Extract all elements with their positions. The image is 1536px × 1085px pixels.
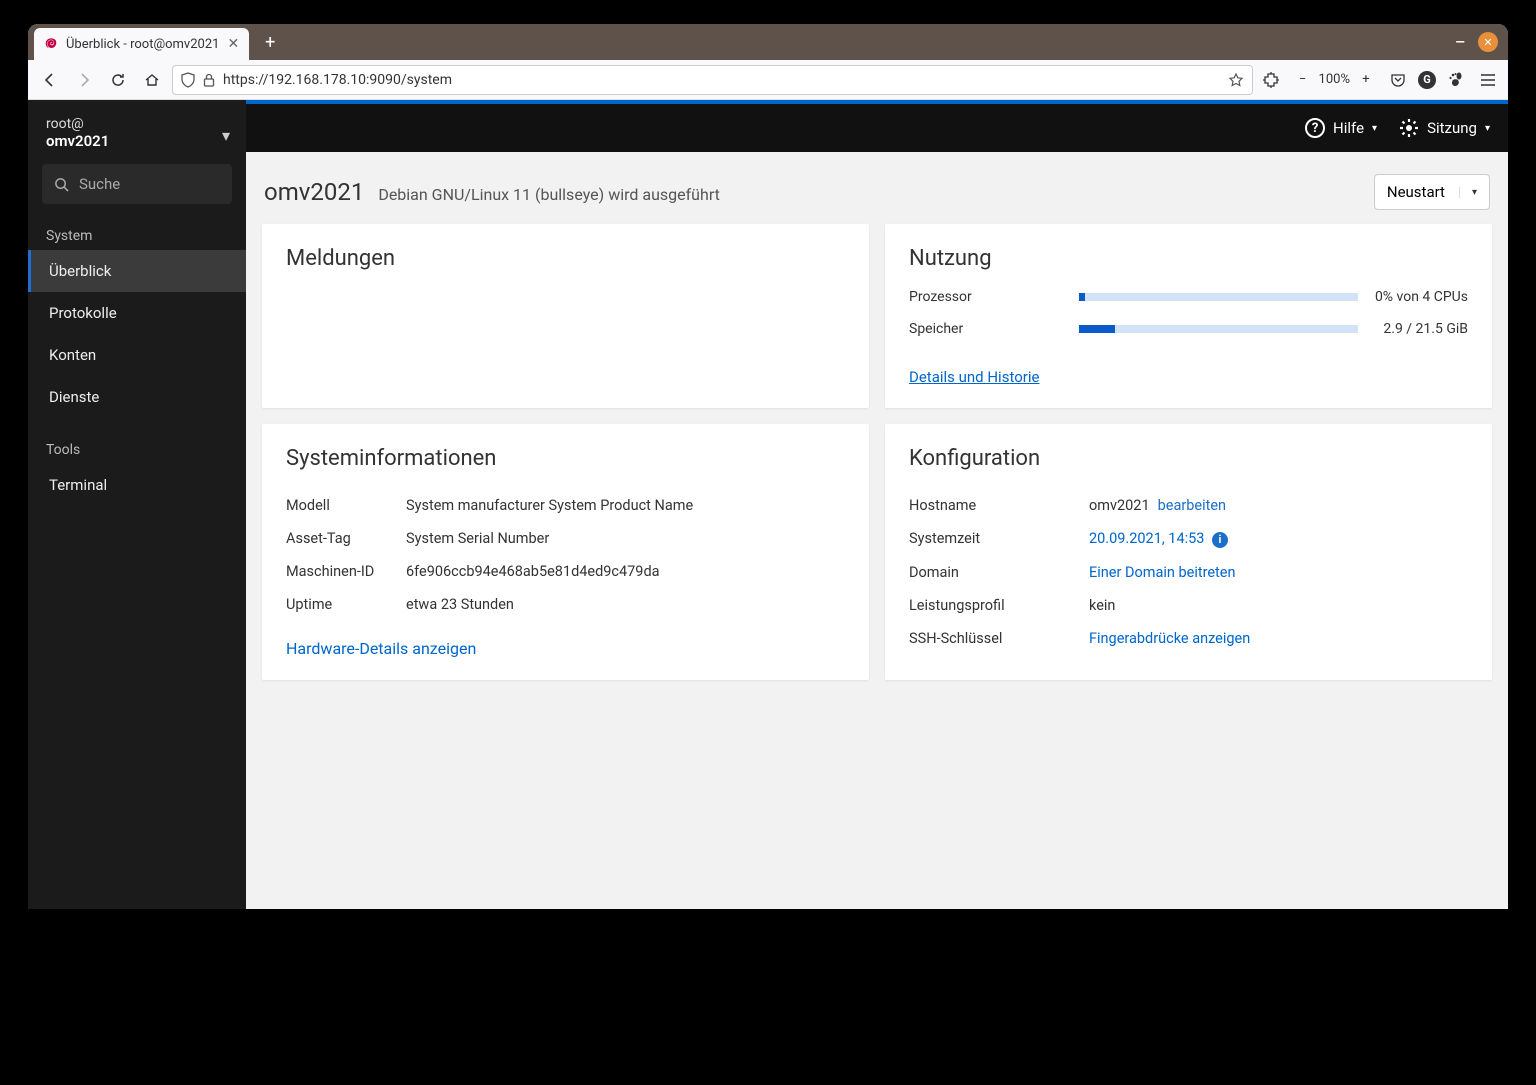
zoom-in-icon[interactable]: + <box>1354 68 1378 92</box>
toolbar: https://192.168.178.10:9090/system − 100… <box>28 60 1508 100</box>
table-row: Hostname omv2021bearbeiten <box>909 489 1468 522</box>
browser-window: Überblick - root@omv2021 ✕ + − ✕ <box>28 24 1508 909</box>
usage-details-link[interactable]: Details und Historie <box>909 368 1039 386</box>
sidebar-item-logs[interactable]: Protokolle <box>28 292 246 334</box>
url-bar[interactable]: https://192.168.178.10:9090/system <box>172 65 1253 95</box>
table-row: Asset-TagSystem Serial Number <box>286 522 845 555</box>
home-button[interactable] <box>138 66 166 94</box>
sidebar-item-terminal[interactable]: Terminal <box>28 464 246 506</box>
page-title: omv2021 <box>264 178 364 206</box>
cpu-bar <box>1079 293 1358 301</box>
restart-label: Neustart <box>1387 183 1445 201</box>
table-row: Domain Einer Domain beitreten <box>909 556 1468 589</box>
usage-mem-value: 2.9 / 21.5 GiB <box>1372 321 1468 337</box>
shield-icon <box>181 72 195 88</box>
section-system-label: System <box>28 218 246 250</box>
host-name: omv2021 <box>46 132 228 150</box>
reload-button[interactable] <box>104 66 132 94</box>
usage-title: Nutzung <box>909 246 1468 271</box>
zoom-level: 100% <box>1319 72 1350 87</box>
domain-join-link[interactable]: Einer Domain beitreten <box>1089 564 1468 581</box>
hostname-edit-link[interactable]: bearbeiten <box>1158 497 1226 514</box>
main-area: ? Hilfe ▾ Sitzung ▾ omv2021 Debian GNU/L… <box>246 100 1508 909</box>
usage-cpu-label: Prozessor <box>909 289 1079 305</box>
table-row: SSH-Schlüssel Fingerabdrücke anzeigen <box>909 622 1468 655</box>
gear-icon <box>1399 118 1419 138</box>
table-row: Systemzeit 20.09.2021, 14:53 i <box>909 522 1468 556</box>
window-close-icon[interactable]: ✕ <box>1478 32 1498 52</box>
sidebar-item-services[interactable]: Dienste <box>28 376 246 418</box>
messages-title: Meldungen <box>286 246 845 271</box>
chevron-down-icon: ▾ <box>1459 187 1477 198</box>
usage-cpu-row: Prozessor 0% von 4 CPUs <box>909 289 1468 305</box>
hardware-details-link[interactable]: Hardware-Details anzeigen <box>286 639 476 658</box>
page-header: omv2021 Debian GNU/Linux 11 (bullseye) w… <box>246 152 1508 224</box>
extensions-icon[interactable] <box>1259 68 1283 92</box>
tab-bar: Überblick - root@omv2021 ✕ + − ✕ <box>28 24 1508 60</box>
sidebar-item-overview[interactable]: Überblick <box>28 250 246 292</box>
forward-button[interactable] <box>70 66 98 94</box>
session-menu[interactable]: Sitzung ▾ <box>1399 118 1490 138</box>
search-input[interactable]: Suche <box>42 164 232 204</box>
chevron-down-icon: ▾ <box>1485 123 1490 134</box>
url-text: https://192.168.178.10:9090/system <box>223 72 452 88</box>
top-bar: ? Hilfe ▾ Sitzung ▾ <box>246 104 1508 152</box>
table-row: Leistungsprofil kein <box>909 589 1468 622</box>
bookmark-star-icon[interactable] <box>1228 72 1244 88</box>
sidebar-item-accounts[interactable]: Konten <box>28 334 246 376</box>
table-row: Uptimeetwa 23 Stunden <box>286 588 845 621</box>
search-placeholder: Suche <box>79 175 120 193</box>
gnome-foot-icon[interactable] <box>1444 68 1468 92</box>
messages-card: Meldungen <box>262 224 869 408</box>
lock-icon <box>203 73 215 87</box>
host-user: root@ <box>46 116 228 132</box>
tab-title: Überblick - root@omv2021 <box>66 37 219 52</box>
system-time-link[interactable]: 20.09.2021, 14:53 <box>1089 530 1204 547</box>
account-badge-icon[interactable]: G <box>1418 71 1436 89</box>
info-icon[interactable]: i <box>1212 532 1228 548</box>
session-label: Sitzung <box>1427 119 1477 137</box>
browser-tab[interactable]: Überblick - root@omv2021 ✕ <box>34 28 249 60</box>
section-tools-label: Tools <box>28 432 246 464</box>
debian-swirl-icon <box>44 37 58 51</box>
minimize-icon[interactable]: − <box>1455 30 1466 54</box>
sidebar: root@ omv2021 ▾ Suche System Überblick P… <box>28 100 246 909</box>
sysinfo-card: Systeminformationen ModellSystem manufac… <box>262 424 869 680</box>
pocket-icon[interactable] <box>1386 68 1410 92</box>
help-label: Hilfe <box>1333 119 1364 137</box>
usage-mem-label: Speicher <box>909 321 1079 337</box>
usage-card: Nutzung Prozessor 0% von 4 CPUs Speicher… <box>885 224 1492 408</box>
search-icon <box>54 177 69 192</box>
chevron-down-icon: ▾ <box>222 126 230 145</box>
config-title: Konfiguration <box>909 446 1468 471</box>
page-subtitle: Debian GNU/Linux 11 (bullseye) wird ausg… <box>378 185 720 204</box>
host-switcher[interactable]: root@ omv2021 ▾ <box>28 100 246 160</box>
close-tab-icon[interactable]: ✕ <box>227 36 239 52</box>
new-tab-button[interactable]: + <box>257 29 283 55</box>
hamburger-menu-icon[interactable] <box>1476 68 1500 92</box>
ssh-fingerprint-link[interactable]: Fingerabdrücke anzeigen <box>1089 630 1468 647</box>
table-row: ModellSystem manufacturer System Product… <box>286 489 845 522</box>
usage-cpu-value: 0% von 4 CPUs <box>1372 289 1468 305</box>
help-menu[interactable]: ? Hilfe ▾ <box>1305 118 1377 138</box>
sysinfo-title: Systeminformationen <box>286 446 845 471</box>
chevron-down-icon: ▾ <box>1372 123 1377 134</box>
zoom-out-icon[interactable]: − <box>1291 68 1315 92</box>
usage-mem-row: Speicher 2.9 / 21.5 GiB <box>909 321 1468 337</box>
cockpit-app: root@ omv2021 ▾ Suche System Überblick P… <box>28 100 1508 909</box>
config-card: Konfiguration Hostname omv2021bearbeiten… <box>885 424 1492 680</box>
restart-button[interactable]: Neustart ▾ <box>1374 174 1490 210</box>
table-row: Maschinen-ID6fe906ccb94e468ab5e81d4ed9c4… <box>286 555 845 588</box>
mem-bar <box>1079 325 1358 333</box>
back-button[interactable] <box>36 66 64 94</box>
help-icon: ? <box>1305 118 1325 138</box>
